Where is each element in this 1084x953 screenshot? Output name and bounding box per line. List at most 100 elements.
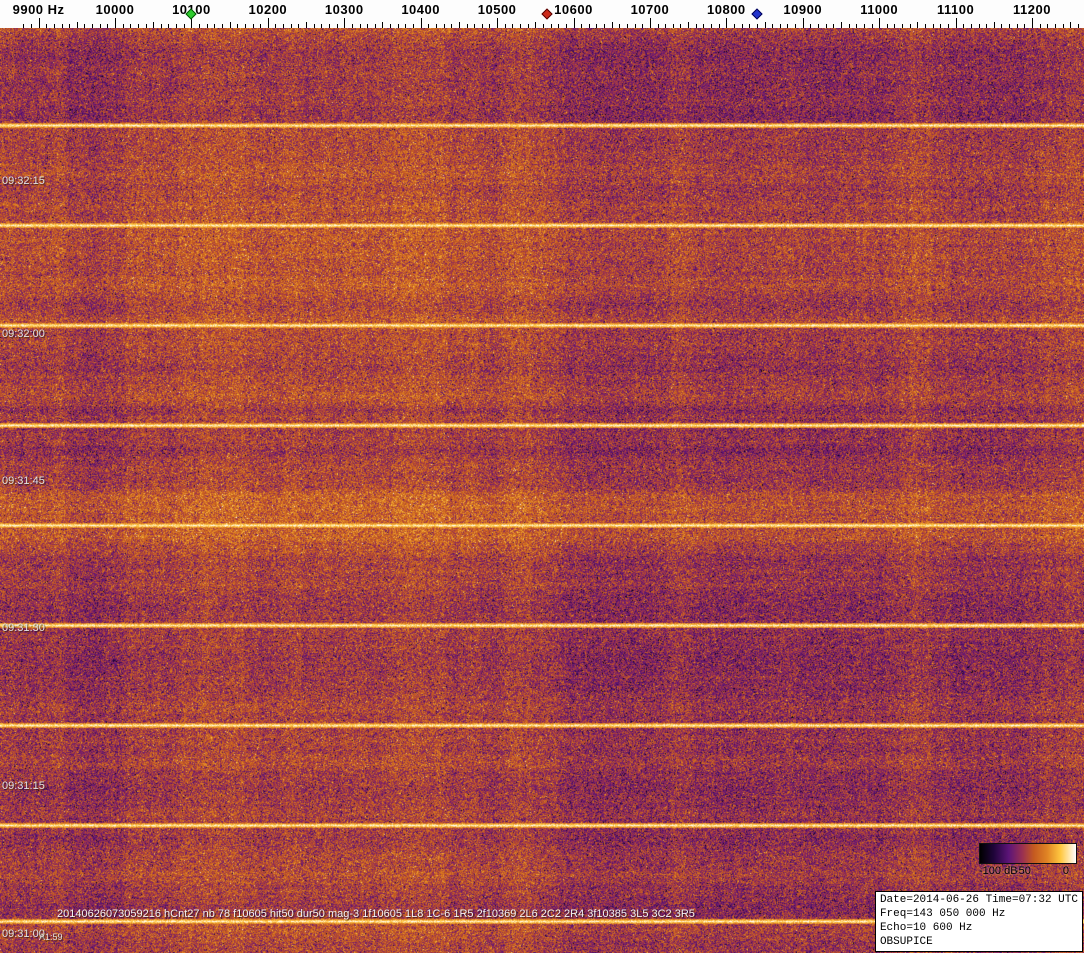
ruler-tick — [100, 24, 101, 28]
ruler-freq-label: 9900 Hz — [13, 2, 65, 17]
ruler-tick — [421, 18, 422, 28]
ruler-tick — [1047, 24, 1048, 28]
ruler-tick — [1040, 24, 1041, 28]
ruler-tick — [176, 24, 177, 28]
ruler-tick — [237, 24, 238, 28]
info-station: OBSUPICE — [880, 935, 1078, 949]
ruler-tick — [619, 24, 620, 28]
ruler-tick — [436, 24, 437, 28]
ruler-tick — [1055, 24, 1056, 28]
ruler-tick — [833, 24, 834, 28]
ruler-tick — [1078, 24, 1079, 28]
info-frequency: Freq=143 050 000 Hz — [880, 907, 1078, 921]
ruler-tick — [986, 24, 987, 28]
info-echo-frequency: Echo=10 600 Hz — [880, 921, 1078, 935]
ruler-tick — [795, 24, 796, 28]
ruler-tick — [39, 18, 40, 28]
ruler-tick — [222, 24, 223, 28]
ruler-tick — [451, 24, 452, 28]
ruler-tick — [230, 22, 231, 28]
ruler-freq-label: 11000 — [860, 2, 898, 17]
ruler-tick — [214, 24, 215, 28]
ruler-tick — [253, 24, 254, 28]
ruler-tick — [787, 24, 788, 28]
colorbar-gradient — [979, 843, 1077, 864]
ruler-tick — [482, 24, 483, 28]
spectrogram-canvas[interactable] — [0, 28, 1084, 953]
ruler-tick — [107, 24, 108, 28]
ruler-tick — [818, 24, 819, 28]
colorbar: -100 dB -50 0 — [979, 843, 1077, 878]
ruler-tick — [849, 24, 850, 28]
ruler-tick — [146, 24, 147, 28]
time-label: 09:32:00 — [2, 328, 45, 340]
ruler-tick — [153, 22, 154, 28]
ruler-tick — [123, 24, 124, 28]
ruler-tick — [1024, 24, 1025, 28]
time-label: 09:31:45 — [2, 475, 45, 487]
ruler-tick — [596, 24, 597, 28]
ruler-tick — [566, 24, 567, 28]
ruler-tick — [1063, 24, 1064, 28]
blue-marker-icon[interactable] — [751, 8, 762, 19]
ruler-tick — [467, 24, 468, 28]
colorbar-mid-label: -50 — [1015, 865, 1031, 877]
ruler-tick — [321, 24, 322, 28]
ruler-tick — [956, 18, 957, 28]
ruler-tick — [161, 24, 162, 28]
ruler-tick — [405, 24, 406, 28]
ruler-tick — [31, 24, 32, 28]
ruler-tick — [428, 24, 429, 28]
ruler-tick — [627, 24, 628, 28]
ruler-tick — [742, 24, 743, 28]
ruler-tick — [69, 24, 70, 28]
ruler-freq-label: 11200 — [1013, 2, 1051, 17]
ruler-tick — [291, 24, 292, 28]
ruler-tick — [512, 24, 513, 28]
ruler-tick — [382, 22, 383, 28]
ruler-tick — [138, 24, 139, 28]
ruler-tick — [497, 18, 498, 28]
ruler-tick — [505, 24, 506, 28]
ruler-tick — [680, 24, 681, 28]
ruler-freq-label: 10900 — [783, 2, 822, 17]
ruler-tick — [665, 24, 666, 28]
ruler-freq-label: 10700 — [631, 2, 670, 17]
ruler-tick — [894, 24, 895, 28]
time-label: 09:32:15 — [2, 175, 45, 187]
ruler-tick — [115, 18, 116, 28]
ruler-tick — [642, 24, 643, 28]
ruler-tick — [574, 18, 575, 28]
ruler-tick — [589, 24, 590, 28]
ruler-tick — [1009, 24, 1010, 28]
ruler-tick — [864, 24, 865, 28]
ruler-tick — [1017, 24, 1018, 28]
ruler-tick — [360, 24, 361, 28]
ruler-tick — [757, 24, 758, 28]
ruler-tick — [765, 22, 766, 28]
ruler-freq-label: 10400 — [401, 2, 440, 17]
ruler-freq-label: 10600 — [554, 2, 593, 17]
colorbar-min-label: -100 dB — [979, 865, 1018, 877]
ruler-tick — [375, 24, 376, 28]
ruler-tick — [168, 24, 169, 28]
ruler-tick — [635, 24, 636, 28]
ruler-tick — [459, 22, 460, 28]
ruler-tick — [696, 24, 697, 28]
ruler-tick — [558, 24, 559, 28]
ruler-tick — [1001, 24, 1002, 28]
ruler-tick — [314, 24, 315, 28]
ruler-tick — [612, 22, 613, 28]
ruler-tick — [444, 24, 445, 28]
ruler-tick — [413, 24, 414, 28]
ruler-tick — [92, 24, 93, 28]
ruler-tick — [84, 24, 85, 28]
ruler-tick — [275, 24, 276, 28]
ruler-tick — [390, 24, 391, 28]
ruler-freq-label: 10800 — [707, 2, 746, 17]
colorbar-max-label: 0 — [1063, 865, 1069, 877]
time-label: 09:31:30 — [2, 622, 45, 634]
red-marker-icon[interactable] — [541, 8, 552, 19]
ruler-tick — [520, 24, 521, 28]
ruler-tick — [780, 24, 781, 28]
